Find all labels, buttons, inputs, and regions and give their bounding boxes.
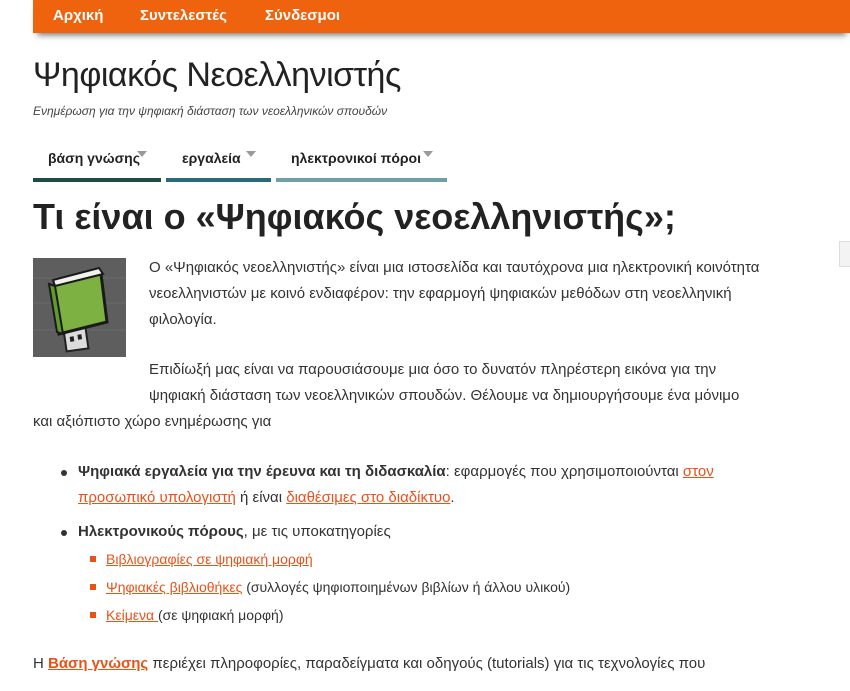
topnav-link-home[interactable]: Αρχική [53,7,103,24]
list-item: Ψηφιακά εργαλεία για την έρευνα και τη δ… [33,459,793,511]
chevron-down-icon [246,151,256,157]
secnav-item-label: ηλεκτρονικοί πόροι [291,150,421,166]
article-content: Ο «Ψηφιακός νεοελληνιστής» είναι μια ιστ… [33,255,793,677]
intro-paragraph-1: Ο «Ψηφιακός νεοελληνιστής» είναι μια ιστ… [149,259,760,328]
list-item-text: , με τις υποκατηγορίες [243,523,391,540]
chevron-down-icon [423,151,433,157]
closing-text: Η [33,655,48,672]
list-item-text: : εφαρμογές που χρησιμοποιούνται [445,463,683,480]
link-available-online[interactable]: διαθέσιμες στο διαδίκτυο [286,489,450,506]
site-title[interactable]: Ψηφιακός Νεοελληνιστής [33,56,401,95]
link-knowledge-base[interactable]: Βάση γνώσης [48,655,148,672]
sub-list-item: Ψηφιακές βιβλιοθήκες (συλλογές ψηφιοποιη… [78,573,793,601]
side-tab-handle[interactable] [839,241,850,267]
intro-paragraph-2-line-3: και αξιόπιστο χώρο ενημέρωσης για [33,413,272,430]
sub-list-item: Βιβλιογραφίες σε ψηφιακή μορφή [78,545,793,573]
intro-paragraph-2-line-2: ψηφιακή διάσταση των νεοελληνικών σπουδώ… [149,387,740,404]
secnav-item-electronic-resources[interactable]: ηλεκτρονικοί πόροι [276,146,447,182]
closing-paragraph: Η Βάση γνώσης περιέχει πληροφορίες, παρα… [33,651,793,677]
link-texts[interactable]: Κείμενα [106,607,158,623]
page-title: Τι είναι ο «Ψηφιακός νεοελληνιστής»; [33,196,676,237]
list-item: Ηλεκτρονικούς πόρους, με τις υποκατηγορί… [33,519,793,629]
list-item-text: . [450,489,455,506]
list-item-heading: Ηλεκτρονικούς πόρους [78,523,244,540]
sub-list-item-text: (συλλογές ψηφιοποιημένων βιβλίων ή άλλου… [242,579,571,595]
secnav-item-label: εργαλεία [182,150,241,166]
secnav-underline [33,178,161,182]
topics-list: Ψηφιακά εργαλεία για την έρευνα και τη δ… [33,459,793,629]
list-item-heading: Ψηφιακά εργαλεία για την έρευνα και τη δ… [78,463,446,480]
secnav-underline [276,178,447,182]
sub-list: Βιβλιογραφίες σε ψηφιακή μορφή Ψηφιακές … [78,545,793,629]
topnav-link-links[interactable]: Σύνδεσμοι [265,7,340,24]
secnav-item-label: βάση γνώσης [48,150,140,166]
topnav-link-contributors[interactable]: Συντελεστές [140,7,227,24]
chevron-down-icon [137,151,147,157]
top-nav-bar: Αρχική Συντελεστές Σύνδεσμοι [33,0,850,33]
link-bibliographies[interactable]: Βιβλιογραφίες σε ψηφιακή μορφή [106,551,313,567]
sub-list-item-text: (σε ψηφιακή μορφή) [157,607,284,623]
intro-paragraph-2-line-1: Επιδίωξή μας είναι να παρουσιάσουμε μια … [149,361,717,378]
link-digital-libraries[interactable]: Ψηφιακές βιβλιοθήκες [106,579,242,595]
secnav-item-knowledge-base[interactable]: βάση γνώσης [33,146,161,182]
secnav-underline [166,178,271,182]
site-description: Ενημέρωση για την ψηφιακή διάσταση των ν… [33,104,388,118]
closing-text: περιέχει πληροφορίες, παραδείγματα και ο… [148,655,706,672]
secnav-item-tools[interactable]: εργαλεία [166,146,271,182]
sub-list-item: Κείμενα (σε ψηφιακή μορφή) [78,601,793,629]
list-item-text: ή είναι [235,489,287,506]
